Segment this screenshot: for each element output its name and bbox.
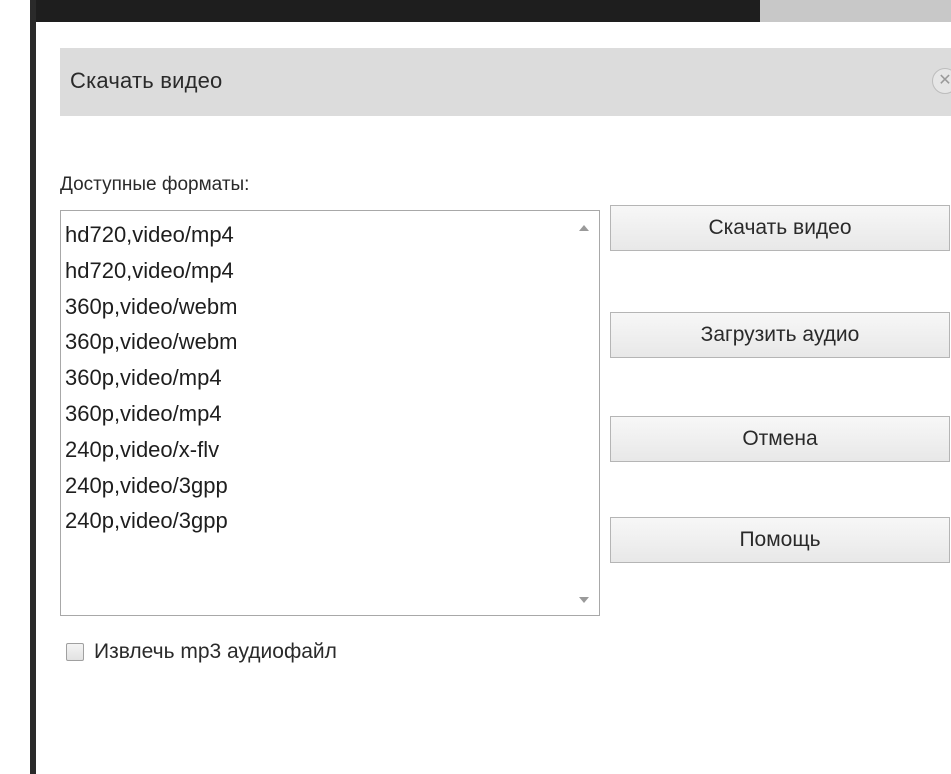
download-audio-button[interactable]: Загрузить аудио xyxy=(610,312,950,358)
screen: Скачать видео ✕ Доступные форматы: hd720… xyxy=(0,0,951,774)
scroll-up-arrow-icon[interactable] xyxy=(579,225,589,231)
formats-listbox[interactable]: hd720,video/mp4 hd720,video/mp4 360p,vid… xyxy=(60,210,600,616)
extract-mp3-option[interactable]: Извлечь mp3 аудиофайл xyxy=(66,640,337,664)
list-item[interactable]: 240p,video/3gpp xyxy=(65,503,237,539)
list-item[interactable]: hd720,video/mp4 xyxy=(65,253,237,289)
download-video-button[interactable]: Скачать видео xyxy=(610,205,950,251)
background-window-edge xyxy=(30,0,760,22)
formats-list: hd720,video/mp4 hd720,video/mp4 360p,vid… xyxy=(65,217,237,539)
extract-mp3-label: Извлечь mp3 аудиофайл xyxy=(94,640,337,663)
list-item[interactable]: 360p,video/mp4 xyxy=(65,396,237,432)
dialog-title: Скачать видео xyxy=(70,68,223,93)
background-window-edge-light xyxy=(760,0,951,22)
cancel-button[interactable]: Отмена xyxy=(610,416,950,462)
list-item[interactable]: 240p,video/3gpp xyxy=(65,468,237,504)
download-video-dialog: Скачать видео ✕ Доступные форматы: hd720… xyxy=(36,22,951,774)
list-item[interactable]: 360p,video/webm xyxy=(65,324,237,360)
list-item[interactable]: hd720,video/mp4 xyxy=(65,217,237,253)
help-button[interactable]: Помощь xyxy=(610,517,950,563)
close-button[interactable]: ✕ xyxy=(932,68,951,94)
list-item[interactable]: 360p,video/webm xyxy=(65,289,237,325)
extract-mp3-checkbox[interactable] xyxy=(66,643,84,661)
scroll-down-arrow-icon[interactable] xyxy=(579,597,589,603)
dialog-titlebar: Скачать видео ✕ xyxy=(60,48,951,116)
listbox-scrollbar[interactable] xyxy=(575,211,599,615)
list-item[interactable]: 360p,video/mp4 xyxy=(65,360,237,396)
close-icon: ✕ xyxy=(938,72,951,89)
list-item[interactable]: 240p,video/x-flv xyxy=(65,432,237,468)
formats-label: Доступные форматы: xyxy=(60,174,250,195)
